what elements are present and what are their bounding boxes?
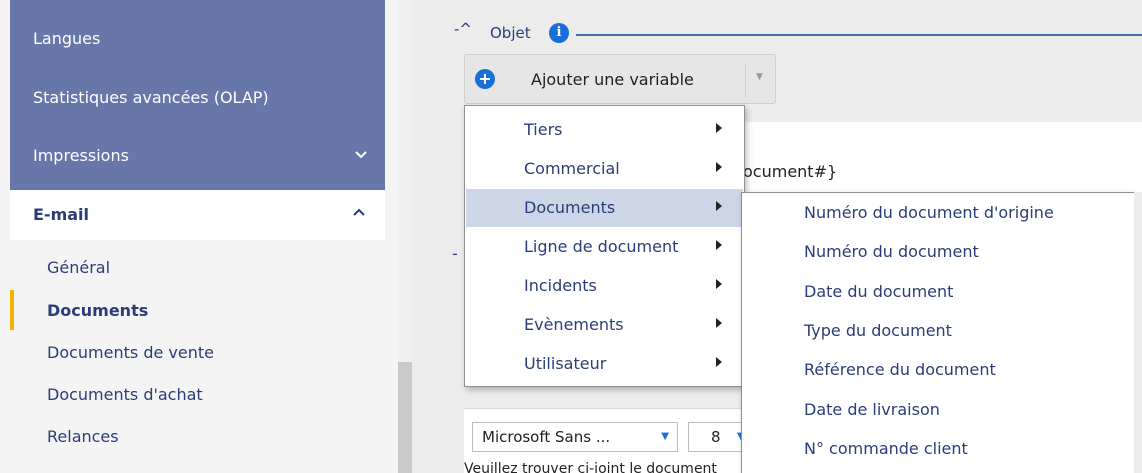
add-variable-label: Ajouter une variable [531, 70, 694, 89]
menu-item-label: Incidents [524, 276, 597, 295]
add-variable-button[interactable]: + Ajouter une variable ▼ [464, 54, 776, 104]
menu-item-ligne-document[interactable]: Ligne de document [466, 228, 743, 266]
sidebar-subitem-documents-achat[interactable]: Documents d'achat [47, 385, 203, 405]
chevron-down-icon[interactable]: ▼ [756, 72, 763, 82]
menu-item-label: Evènements [524, 315, 624, 334]
sidebar-subitem-documents[interactable]: Documents [47, 301, 148, 321]
active-item-marker [10, 290, 14, 330]
sidebar-subitem-label: Relances [47, 427, 119, 446]
menu-item-documents[interactable]: Documents [466, 189, 743, 227]
chevron-down-icon[interactable] [355, 146, 367, 166]
menu-item-label: Ligne de document [524, 237, 679, 256]
menu-item-label: Commercial [524, 159, 620, 178]
sidebar-subitem-documents-vente[interactable]: Documents de vente [47, 343, 214, 363]
menu-item-utilisateur[interactable]: Utilisateur [466, 345, 743, 383]
collapse-toggle[interactable]: -^ [454, 20, 472, 38]
sidebar-item-label: Langues [33, 29, 101, 48]
submenu-item-reference-document[interactable]: Référence du document [804, 360, 996, 379]
section-divider [576, 34, 1142, 36]
variable-category-menu: Tiers Commercial Documents Ligne de docu… [464, 105, 745, 387]
sidebar-subitem-relances[interactable]: Relances [47, 427, 119, 447]
menu-item-label: Tiers [524, 120, 563, 139]
sidebar-subitem-general[interactable]: Général [47, 258, 110, 278]
sidebar-scrollbar-thumb[interactable] [398, 362, 412, 473]
section-title: Objet [490, 24, 531, 42]
split-divider [745, 63, 746, 97]
sidebar-item-email[interactable]: E-mail [10, 190, 385, 240]
font-size-value: 8 [711, 428, 721, 446]
sidebar-subitem-label: Documents [47, 301, 149, 320]
info-icon[interactable]: i [549, 23, 569, 43]
documents-submenu: Numéro du document d'origine Numéro du d… [741, 192, 1135, 473]
body-editor-text[interactable]: Veuillez trouver ci-joint le document [464, 461, 717, 473]
submenu-item-date-document[interactable]: Date du document [804, 282, 953, 301]
menu-item-incidents[interactable]: Incidents [466, 267, 743, 305]
menu-item-tiers[interactable]: Tiers [466, 111, 743, 149]
submenu-scrollbar[interactable] [1134, 192, 1142, 473]
chevron-up-icon[interactable] [353, 204, 365, 220]
sidebar-subitem-label: Documents de vente [47, 343, 214, 362]
submenu-arrow-icon [716, 279, 722, 289]
submenu-item-commande-client[interactable]: N° commande client [804, 439, 968, 458]
sidebar-item-langues[interactable]: Langues [10, 29, 385, 49]
plus-circle-icon: + [475, 69, 495, 89]
font-family-select[interactable]: Microsoft Sans ... ▼ [472, 422, 678, 452]
sidebar-subitem-label: Documents d'achat [47, 385, 203, 404]
subject-editor-text: ocument#} [743, 162, 838, 181]
sidebar-item-label: E-mail [33, 205, 90, 224]
submenu-item-numero-origine[interactable]: Numéro du document d'origine [804, 203, 1054, 222]
sidebar-item-label: Impressions [33, 146, 129, 165]
sidebar-item-olap[interactable]: Statistiques avancées (OLAP) [10, 88, 385, 108]
menu-item-evenements[interactable]: Evènements [466, 306, 743, 344]
subject-editor[interactable] [740, 122, 1142, 192]
menu-item-commercial[interactable]: Commercial [466, 150, 743, 188]
submenu-arrow-icon [716, 162, 722, 172]
font-family-value: Microsoft Sans ... [482, 428, 611, 446]
submenu-arrow-icon [716, 318, 722, 328]
submenu-arrow-icon [716, 123, 722, 133]
font-size-select[interactable]: 8 ▼ [688, 422, 748, 452]
submenu-item-date-livraison[interactable]: Date de livraison [804, 400, 940, 419]
submenu-arrow-icon [716, 357, 722, 367]
menu-item-label: Utilisateur [524, 354, 607, 373]
chevron-down-icon: ▼ [661, 431, 669, 442]
submenu-arrow-icon [716, 201, 722, 211]
sidebar-item-impressions[interactable]: Impressions [10, 146, 385, 166]
collapse-toggle-partial[interactable]: - [452, 244, 458, 263]
submenu-item-type-document[interactable]: Type du document [804, 321, 952, 340]
sidebar-item-label: Statistiques avancées (OLAP) [33, 88, 269, 107]
submenu-arrow-icon [716, 240, 722, 250]
sidebar-subitem-label: Général [47, 258, 111, 277]
menu-item-label: Documents [524, 198, 616, 217]
submenu-item-numero-document[interactable]: Numéro du document [804, 242, 979, 261]
